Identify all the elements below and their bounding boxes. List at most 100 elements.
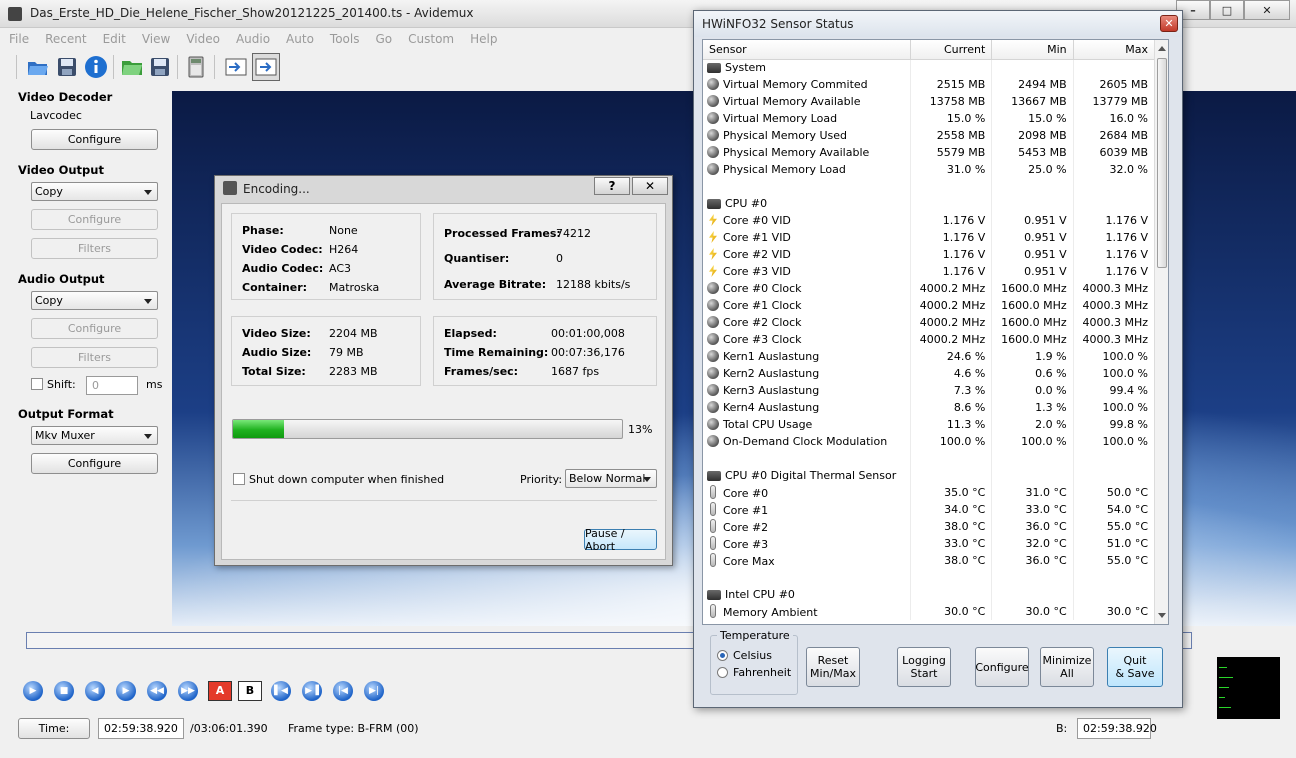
sensor-row[interactable]: Core Max 38.0 °C 36.0 °C 55.0 °C [703, 552, 1156, 569]
previous-keyframe-icon[interactable]: ▌◀ [271, 681, 291, 701]
next-frame-icon[interactable]: ▶ [116, 681, 136, 701]
stop-icon[interactable]: ■ [54, 681, 74, 701]
calculator-icon[interactable] [182, 53, 210, 81]
help-button[interactable]: ? [594, 177, 630, 195]
scroll-down-icon[interactable] [1158, 613, 1166, 618]
sensor-group-row[interactable]: Intel CPU #0 [703, 586, 1156, 603]
sensor-max: 13779 MB [1073, 93, 1156, 110]
celsius-radio[interactable] [717, 650, 728, 661]
sensor-row[interactable]: Virtual Memory Load 15.0 % 15.0 % 16.0 % [703, 110, 1156, 127]
column-max[interactable]: Max [1073, 40, 1156, 60]
export-active-icon[interactable] [252, 53, 280, 81]
close-button[interactable]: ✕ [1244, 0, 1290, 20]
column-current[interactable]: Current [910, 40, 993, 60]
sensor-row[interactable]: Core #0 35.0 °C 31.0 °C 50.0 °C [703, 484, 1156, 501]
column-min[interactable]: Min [991, 40, 1074, 60]
export-icon[interactable] [222, 53, 250, 81]
sensor-row[interactable]: Core #3 VID 1.176 V 0.951 V 1.176 V [703, 263, 1156, 280]
previous-frame-icon[interactable]: ◀ [85, 681, 105, 701]
menu-audio[interactable]: Audio [227, 29, 277, 46]
reset-min-max-button[interactable]: Reset Min/Max [806, 647, 860, 687]
sensor-row[interactable]: Core #2 Clock 4000.2 MHz 1600.0 MHz 4000.3 … [703, 314, 1156, 331]
menu-view[interactable]: View [133, 29, 177, 46]
output-format-configure-button[interactable]: Configure [31, 453, 158, 474]
sensor-row[interactable]: Physical Memory Available 5579 MB 5453 MB 6… [703, 144, 1156, 161]
sensor-current: 100.0 % [910, 433, 993, 450]
go-to-start-icon[interactable]: |◀ [333, 681, 353, 701]
sensor-row[interactable]: Core #1 VID 1.176 V 0.951 V 1.176 V [703, 229, 1156, 246]
go-to-end-icon[interactable]: ▶| [364, 681, 384, 701]
menu-recent[interactable]: Recent [36, 29, 93, 46]
sensor-row[interactable]: Core #1 Clock 4000.2 MHz 1600.0 MHz 4000.3 … [703, 297, 1156, 314]
menu-file[interactable]: File [0, 29, 36, 46]
minimize-all-button[interactable]: Minimize All [1040, 647, 1094, 687]
sensor-row[interactable]: Core #3 33.0 °C 32.0 °C 51.0 °C [703, 535, 1156, 552]
sensor-row[interactable]: Core #0 VID 1.176 V 0.951 V 1.176 V [703, 212, 1156, 229]
current-time-field[interactable]: 02:59:38.920 [98, 718, 184, 739]
sensor-group-row[interactable]: CPU #0 Digital Thermal Sensor [703, 467, 1156, 484]
shift-input[interactable]: 0 [86, 376, 138, 395]
set-marker-b-button[interactable]: B [238, 681, 262, 701]
menu-auto[interactable]: Auto [277, 29, 321, 46]
encoding-close-button[interactable]: ✕ [632, 177, 668, 195]
play-icon[interactable]: ▶ [23, 681, 43, 701]
menu-go[interactable]: Go [366, 29, 399, 46]
video-output-select[interactable]: Copy [31, 182, 158, 201]
sensor-group-row[interactable]: System [703, 59, 1156, 76]
sensor-row[interactable]: Kern2 Auslastung 4.6 % 0.6 % 100.0 % [703, 365, 1156, 382]
sensor-min: 1600.0 MHz [991, 280, 1074, 297]
open-folder-icon[interactable] [118, 53, 146, 81]
video-decoder-configure-button[interactable]: Configure [31, 129, 158, 150]
sensor-row[interactable]: Kern3 Auslastung 7.3 % 0.0 % 99.4 % [703, 382, 1156, 399]
sensor-row[interactable]: Total CPU Usage 11.3 % 2.0 % 99.8 % [703, 416, 1156, 433]
column-sensor[interactable]: Sensor [703, 40, 911, 60]
sensor-row[interactable]: Physical Memory Load 31.0 % 25.0 % 32.0 % [703, 161, 1156, 178]
fast-forward-icon[interactable]: ▶▶ [178, 681, 198, 701]
rewind-icon[interactable]: ◀◀ [147, 681, 167, 701]
sensor-row[interactable]: Physical Memory Used 2558 MB 2098 MB 2684 M… [703, 127, 1156, 144]
menu-tools[interactable]: Tools [321, 29, 367, 46]
time-button[interactable]: Time: [18, 718, 90, 739]
hwinfo-close-button[interactable]: ✕ [1160, 15, 1178, 32]
sensor-scrollbar[interactable] [1154, 40, 1168, 624]
open-icon[interactable] [24, 53, 52, 81]
sensor-row[interactable]: Virtual Memory Available 13758 MB 13667 MB… [703, 93, 1156, 110]
pause-abort-button[interactable]: Pause / Abort [584, 527, 657, 553]
set-marker-a-button[interactable]: A [208, 681, 232, 701]
next-keyframe-icon[interactable]: ▶▐ [302, 681, 322, 701]
logging-start-button[interactable]: Logging Start [897, 647, 951, 687]
sensor-row[interactable]: Kern1 Auslastung 24.6 % 1.9 % 100.0 % [703, 348, 1156, 365]
output-format-select[interactable]: Mkv Muxer [31, 426, 158, 445]
configure-button[interactable]: Configure [975, 647, 1029, 687]
video-output-filters-button[interactable]: Filters [31, 238, 158, 259]
sensor-row[interactable]: Core #2 38.0 °C 36.0 °C 55.0 °C [703, 518, 1156, 535]
menu-video[interactable]: Video [177, 29, 227, 46]
save-icon[interactable] [53, 53, 81, 81]
sensor-row[interactable]: Core #0 Clock 4000.2 MHz 1600.0 MHz 4000.3 … [703, 280, 1156, 297]
sensor-row[interactable]: Core #2 VID 1.176 V 0.951 V 1.176 V [703, 246, 1156, 263]
maximize-button[interactable]: □ [1210, 0, 1244, 20]
fahrenheit-radio[interactable] [717, 667, 728, 678]
quit-save-button[interactable]: Quit & Save [1107, 647, 1163, 687]
sensor-group-row[interactable]: CPU #0 [703, 195, 1156, 212]
audio-output-select[interactable]: Copy [31, 291, 158, 310]
priority-select[interactable]: Below Normal [565, 469, 657, 488]
sensor-row[interactable]: On-Demand Clock Modulation 100.0 % 100.0 %… [703, 433, 1156, 450]
sensor-row[interactable]: Memory Ambient 30.0 °C 30.0 °C 30.0 °C [703, 603, 1156, 620]
sensor-row[interactable]: Core #1 34.0 °C 33.0 °C 54.0 °C [703, 501, 1156, 518]
scroll-thumb[interactable] [1157, 58, 1167, 268]
menu-help[interactable]: Help [461, 29, 504, 46]
info-icon[interactable] [82, 53, 110, 81]
menu-custom[interactable]: Custom [399, 29, 461, 46]
shutdown-checkbox[interactable] [233, 473, 245, 485]
sensor-row[interactable]: Core #3 Clock 4000.2 MHz 1600.0 MHz 4000.3 … [703, 331, 1156, 348]
shift-checkbox[interactable] [31, 378, 43, 390]
sensor-row[interactable]: Virtual Memory Commited 2515 MB 2494 MB 260… [703, 76, 1156, 93]
audio-output-configure-button[interactable]: Configure [31, 318, 158, 339]
video-output-configure-button[interactable]: Configure [31, 209, 158, 230]
save-as-icon[interactable] [146, 53, 174, 81]
scroll-up-icon[interactable] [1158, 46, 1166, 51]
audio-output-filters-button[interactable]: Filters [31, 347, 158, 368]
sensor-row[interactable]: Kern4 Auslastung 8.6 % 1.3 % 100.0 % [703, 399, 1156, 416]
menu-edit[interactable]: Edit [94, 29, 133, 46]
